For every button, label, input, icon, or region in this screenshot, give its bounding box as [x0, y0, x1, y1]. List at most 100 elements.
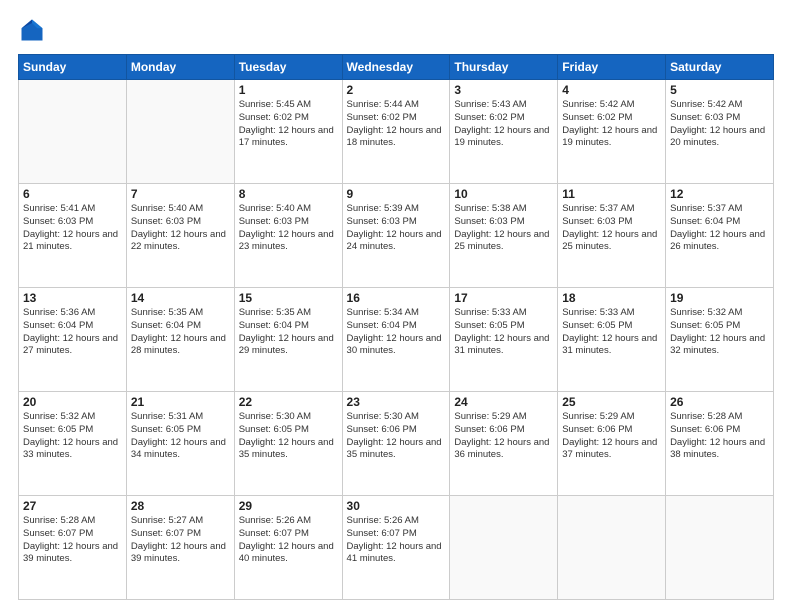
day-info: Sunrise: 5:30 AM Sunset: 6:06 PM Dayligh…	[347, 411, 446, 462]
calendar-row: 1 Sunrise: 5:45 AM Sunset: 6:02 PM Daylig…	[19, 80, 774, 184]
calendar-cell: 17 Sunrise: 5:33 AM Sunset: 6:05 PM Dayli…	[450, 288, 558, 392]
day-number: 22	[239, 395, 338, 409]
calendar-cell: 10 Sunrise: 5:38 AM Sunset: 6:03 PM Dayli…	[450, 184, 558, 288]
calendar-cell: 11 Sunrise: 5:37 AM Sunset: 6:03 PM Dayli…	[558, 184, 666, 288]
weekday-header: Monday	[126, 55, 234, 80]
day-number: 14	[131, 291, 230, 305]
day-number: 11	[562, 187, 661, 201]
logo	[18, 16, 50, 44]
calendar-cell	[126, 80, 234, 184]
day-info: Sunrise: 5:26 AM Sunset: 6:07 PM Dayligh…	[239, 515, 338, 566]
day-number: 23	[347, 395, 446, 409]
day-number: 9	[347, 187, 446, 201]
calendar-cell: 19Sunrise: 5:32 AM Sunset: 6:05 PM Dayli…	[666, 288, 774, 392]
day-number: 5	[670, 83, 769, 97]
day-number: 10	[454, 187, 553, 201]
day-info: Sunrise: 5:37 AM Sunset: 6:03 PM Dayligh…	[562, 203, 661, 254]
calendar-cell: 2 Sunrise: 5:44 AM Sunset: 6:02 PM Daylig…	[342, 80, 450, 184]
day-number: 15	[239, 291, 338, 305]
day-info: Sunrise: 5:40 AM Sunset: 6:03 PM Dayligh…	[131, 203, 230, 254]
weekday-header: Friday	[558, 55, 666, 80]
day-number: 28	[131, 499, 230, 513]
day-number: 17	[454, 291, 553, 305]
day-info: Sunrise: 5:29 AM Sunset: 6:06 PM Dayligh…	[454, 411, 553, 462]
day-info: Sunrise: 5:30 AM Sunset: 6:05 PM Dayligh…	[239, 411, 338, 462]
day-info: Sunrise: 5:37 AM Sunset: 6:04 PM Dayligh…	[670, 203, 769, 254]
day-number: 26	[670, 395, 769, 409]
calendar-cell: 16 Sunrise: 5:34 AM Sunset: 6:04 PM Dayli…	[342, 288, 450, 392]
calendar-cell: 15Sunrise: 5:35 AM Sunset: 6:04 PM Dayli…	[234, 288, 342, 392]
calendar-cell: 24 Sunrise: 5:29 AM Sunset: 6:06 PM Dayli…	[450, 392, 558, 496]
calendar-cell: 30 Sunrise: 5:26 AM Sunset: 6:07 PM Dayli…	[342, 496, 450, 600]
weekday-header: Sunday	[19, 55, 127, 80]
calendar-cell: 14 Sunrise: 5:35 AM Sunset: 6:04 PM Dayli…	[126, 288, 234, 392]
logo-icon	[18, 16, 46, 44]
calendar-cell: 22 Sunrise: 5:30 AM Sunset: 6:05 PM Dayli…	[234, 392, 342, 496]
calendar-row: 27 Sunrise: 5:28 AM Sunset: 6:07 PM Dayli…	[19, 496, 774, 600]
day-info: Sunrise: 5:28 AM Sunset: 6:06 PM Dayligh…	[670, 411, 769, 462]
day-number: 21	[131, 395, 230, 409]
day-number: 4	[562, 83, 661, 97]
calendar-cell: 6Sunrise: 5:41 AM Sunset: 6:03 PM Daylig…	[19, 184, 127, 288]
day-number: 2	[347, 83, 446, 97]
day-info: Sunrise: 5:31 AM Sunset: 6:05 PM Dayligh…	[131, 411, 230, 462]
day-number: 8	[239, 187, 338, 201]
day-number: 3	[454, 83, 553, 97]
day-number: 6	[23, 187, 122, 201]
weekday-header: Saturday	[666, 55, 774, 80]
day-number: 29	[239, 499, 338, 513]
calendar-cell: 23 Sunrise: 5:30 AM Sunset: 6:06 PM Dayli…	[342, 392, 450, 496]
calendar-cell: 3 Sunrise: 5:43 AM Sunset: 6:02 PM Daylig…	[450, 80, 558, 184]
day-number: 7	[131, 187, 230, 201]
day-info: Sunrise: 5:45 AM Sunset: 6:02 PM Dayligh…	[239, 99, 338, 150]
calendar-row: 20 Sunrise: 5:32 AM Sunset: 6:05 PM Dayli…	[19, 392, 774, 496]
day-info: Sunrise: 5:32 AM Sunset: 6:05 PM Dayligh…	[23, 411, 122, 462]
calendar-cell: 1 Sunrise: 5:45 AM Sunset: 6:02 PM Daylig…	[234, 80, 342, 184]
calendar-cell: 18 Sunrise: 5:33 AM Sunset: 6:05 PM Dayli…	[558, 288, 666, 392]
day-info: Sunrise: 5:43 AM Sunset: 6:02 PM Dayligh…	[454, 99, 553, 150]
calendar-table: SundayMondayTuesdayWednesdayThursdayFrid…	[18, 54, 774, 600]
calendar-row: 13Sunrise: 5:36 AM Sunset: 6:04 PM Dayli…	[19, 288, 774, 392]
day-info: Sunrise: 5:40 AM Sunset: 6:03 PM Dayligh…	[239, 203, 338, 254]
calendar-cell: 7 Sunrise: 5:40 AM Sunset: 6:03 PM Daylig…	[126, 184, 234, 288]
calendar-cell	[19, 80, 127, 184]
day-info: Sunrise: 5:33 AM Sunset: 6:05 PM Dayligh…	[562, 307, 661, 358]
day-info: Sunrise: 5:28 AM Sunset: 6:07 PM Dayligh…	[23, 515, 122, 566]
day-info: Sunrise: 5:29 AM Sunset: 6:06 PM Dayligh…	[562, 411, 661, 462]
day-info: Sunrise: 5:36 AM Sunset: 6:04 PM Dayligh…	[23, 307, 122, 358]
calendar-cell: 9Sunrise: 5:39 AM Sunset: 6:03 PM Daylig…	[342, 184, 450, 288]
calendar-cell: 4 Sunrise: 5:42 AM Sunset: 6:02 PM Daylig…	[558, 80, 666, 184]
calendar-cell: 8 Sunrise: 5:40 AM Sunset: 6:03 PM Daylig…	[234, 184, 342, 288]
day-number: 27	[23, 499, 122, 513]
calendar-cell: 25 Sunrise: 5:29 AM Sunset: 6:06 PM Dayli…	[558, 392, 666, 496]
day-number: 18	[562, 291, 661, 305]
day-info: Sunrise: 5:27 AM Sunset: 6:07 PM Dayligh…	[131, 515, 230, 566]
weekday-header: Wednesday	[342, 55, 450, 80]
day-info: Sunrise: 5:38 AM Sunset: 6:03 PM Dayligh…	[454, 203, 553, 254]
day-number: 12	[670, 187, 769, 201]
calendar-cell: 12 Sunrise: 5:37 AM Sunset: 6:04 PM Dayli…	[666, 184, 774, 288]
calendar-cell	[558, 496, 666, 600]
day-info: Sunrise: 5:42 AM Sunset: 6:02 PM Dayligh…	[562, 99, 661, 150]
calendar-cell: 5Sunrise: 5:42 AM Sunset: 6:03 PM Daylig…	[666, 80, 774, 184]
calendar-row: 6Sunrise: 5:41 AM Sunset: 6:03 PM Daylig…	[19, 184, 774, 288]
day-number: 30	[347, 499, 446, 513]
calendar-cell: 21 Sunrise: 5:31 AM Sunset: 6:05 PM Dayli…	[126, 392, 234, 496]
weekday-header: Thursday	[450, 55, 558, 80]
day-info: Sunrise: 5:26 AM Sunset: 6:07 PM Dayligh…	[347, 515, 446, 566]
calendar-cell: 27 Sunrise: 5:28 AM Sunset: 6:07 PM Dayli…	[19, 496, 127, 600]
day-number: 24	[454, 395, 553, 409]
calendar-cell	[666, 496, 774, 600]
day-number: 20	[23, 395, 122, 409]
header	[18, 16, 774, 44]
calendar-cell: 13Sunrise: 5:36 AM Sunset: 6:04 PM Dayli…	[19, 288, 127, 392]
day-info: Sunrise: 5:33 AM Sunset: 6:05 PM Dayligh…	[454, 307, 553, 358]
day-number: 16	[347, 291, 446, 305]
day-info: Sunrise: 5:44 AM Sunset: 6:02 PM Dayligh…	[347, 99, 446, 150]
calendar-cell: 28 Sunrise: 5:27 AM Sunset: 6:07 PM Dayli…	[126, 496, 234, 600]
day-number: 25	[562, 395, 661, 409]
day-info: Sunrise: 5:35 AM Sunset: 6:04 PM Dayligh…	[131, 307, 230, 358]
day-info: Sunrise: 5:32 AM Sunset: 6:05 PM Dayligh…	[670, 307, 769, 358]
day-info: Sunrise: 5:34 AM Sunset: 6:04 PM Dayligh…	[347, 307, 446, 358]
day-number: 1	[239, 83, 338, 97]
